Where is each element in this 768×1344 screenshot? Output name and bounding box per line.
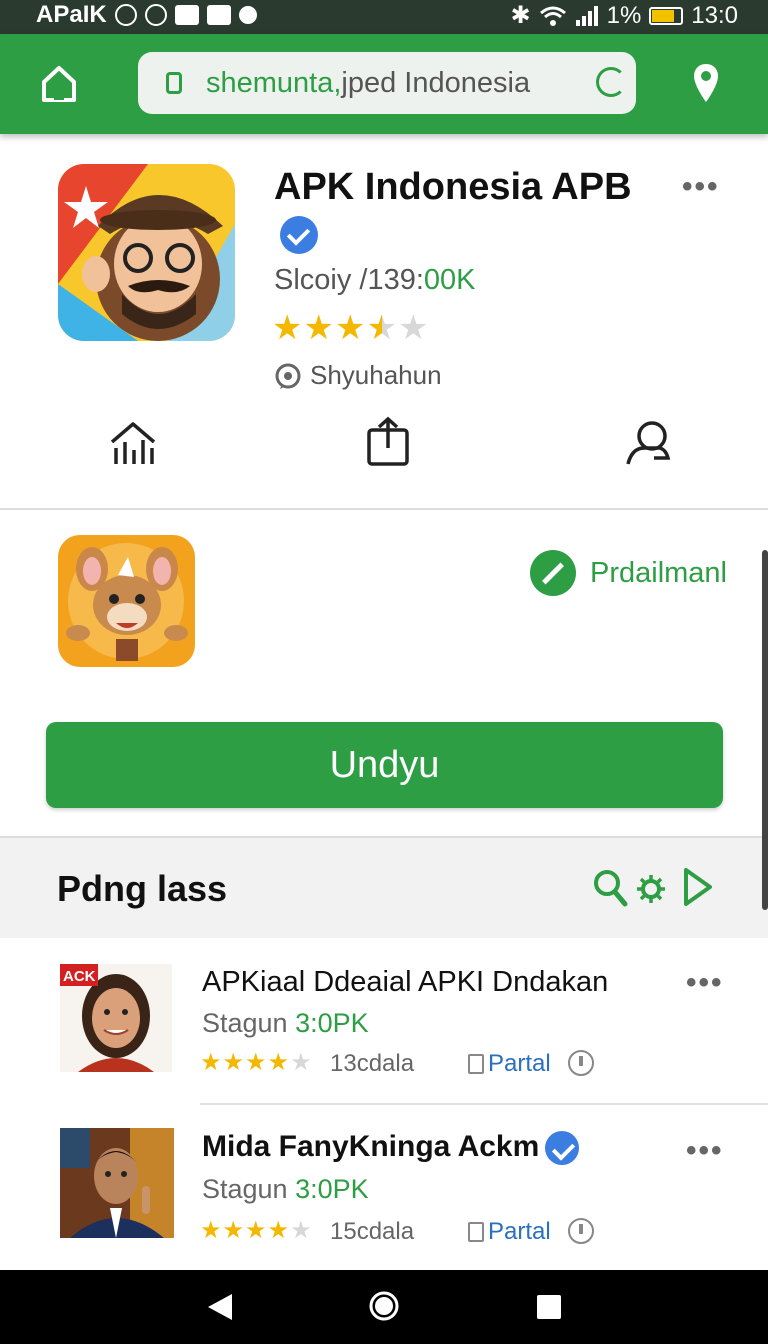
publisher[interactable]: Shyuhahun — [274, 360, 442, 391]
list-item-subtitle: Stagun 3:0PK — [202, 1008, 369, 1038]
download-circle-icon[interactable] — [568, 1050, 594, 1076]
list-item-title[interactable]: Mida FanyKninga Ackm — [202, 1130, 580, 1166]
system-nav-bar — [0, 1270, 768, 1344]
alert-icon — [114, 4, 137, 26]
url-bar[interactable]: shemunta,jped Indonesia — [138, 52, 636, 114]
chat-icon — [275, 363, 301, 389]
folder-icon — [174, 5, 199, 25]
list-item-rating: ★★★★★ — [200, 1217, 313, 1244]
clock: 13:0 — [691, 1, 738, 29]
status-bar: APaIK ✱ 1% 13:0 — [0, 0, 768, 34]
wifi-icon — [539, 6, 566, 26]
edit-circle-icon — [530, 550, 576, 596]
list-item-tag[interactable]: Partal — [468, 1218, 551, 1246]
section-divider — [0, 508, 768, 510]
mascot-app-icon — [58, 535, 195, 667]
thumbnail-label: ACK — [63, 968, 96, 985]
location-pin-icon[interactable] — [692, 62, 720, 106]
verified-badge-icon — [280, 215, 318, 254]
more-options-icon[interactable]: ••• — [686, 1134, 724, 1168]
list-item-count: 13cdala — [330, 1050, 415, 1077]
list-item-rating: ★★★★★ — [200, 1049, 313, 1076]
share-icon[interactable] — [364, 416, 412, 468]
list-divider — [200, 1103, 768, 1105]
app-title: APK Indonesia APB — [274, 164, 654, 256]
more-options-icon[interactable]: ••• — [682, 170, 720, 204]
carrier-label: APaIK — [36, 1, 107, 28]
section-title: Pdng lass — [57, 868, 228, 909]
list-item-title[interactable]: APKiaal Ddeaial APKI Dndakan — [202, 966, 608, 999]
edit-icon — [206, 5, 231, 25]
list-item-tag[interactable]: Partal — [468, 1050, 551, 1078]
bluetooth-icon: ✱ — [510, 2, 531, 29]
sync-icon — [144, 4, 167, 26]
url-text: shemunta,jped Indonesia — [206, 66, 531, 99]
download-button[interactable]: Undyu — [46, 722, 723, 808]
status-badge: Prdailmanl — [530, 550, 727, 596]
reload-icon[interactable] — [596, 67, 626, 97]
battery-icon — [649, 6, 684, 25]
notification-dot-icon — [238, 6, 257, 24]
scrollbar[interactable] — [762, 550, 768, 910]
clipboard-icon — [468, 1054, 484, 1074]
back-icon[interactable] — [206, 1292, 234, 1322]
home-icon[interactable] — [40, 64, 78, 104]
verified-badge-icon — [545, 1131, 580, 1166]
list-item-thumbnail[interactable] — [60, 1128, 174, 1238]
stats-icon[interactable] — [108, 420, 158, 468]
list-item-count: 15cdala — [330, 1218, 415, 1245]
home-nav-icon[interactable] — [368, 1290, 400, 1322]
list-item-subtitle: Stagun 3:0PK — [202, 1174, 369, 1204]
list-item-thumbnail[interactable]: ACK — [60, 964, 172, 1072]
clipboard-icon — [468, 1222, 484, 1242]
battery-percent: 1% — [606, 1, 642, 29]
lock-icon — [166, 72, 182, 94]
more-options-icon[interactable]: ••• — [686, 966, 724, 1000]
play-icon[interactable] — [682, 866, 714, 908]
search-icon[interactable] — [592, 868, 628, 908]
recents-icon[interactable] — [536, 1294, 562, 1320]
user-icon[interactable] — [624, 418, 672, 466]
app-version: Slcoiy /139:00K — [274, 264, 476, 296]
download-circle-icon[interactable] — [568, 1218, 594, 1244]
gear-icon[interactable] — [636, 874, 666, 904]
app-rating-stars: ★★★★★ — [272, 309, 430, 347]
app-icon — [58, 164, 235, 341]
browser-toolbar: shemunta,jped Indonesia — [0, 34, 768, 134]
signal-icon — [575, 5, 598, 26]
